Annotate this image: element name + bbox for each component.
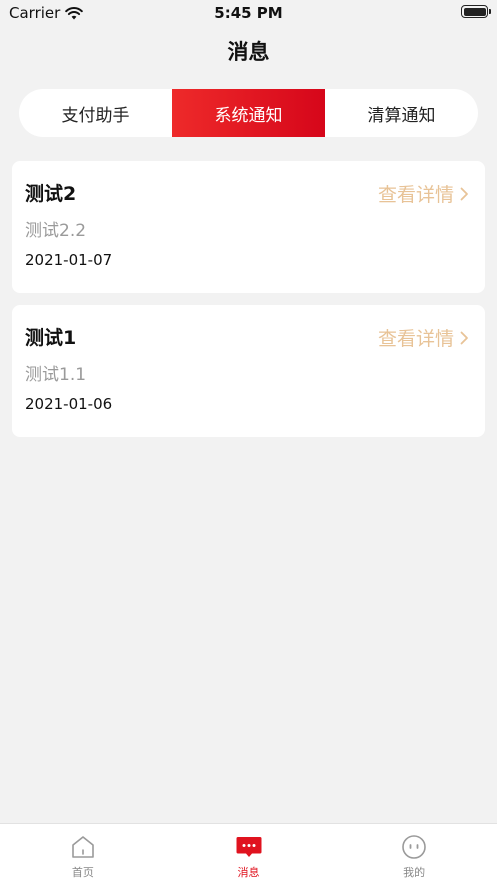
message-date: 2021-01-07 [25, 251, 113, 269]
tabbar-label: 消息 [237, 866, 260, 879]
tabbar-label: 我的 [403, 866, 426, 879]
message-date: 2021-01-06 [25, 395, 113, 413]
message-icon [236, 837, 261, 857]
tabbar-item-home[interactable]: 首页 [0, 824, 166, 883]
view-details-link[interactable]: 查看详情 [378, 324, 469, 351]
app-screen: Carrier 5:45 PM 消息 支付助手 系统通知 清算通知 测试2 查看… [0, 0, 497, 883]
status-time: 5:45 PM [214, 4, 283, 22]
tabbar-item-messages[interactable]: 消息 [166, 824, 332, 883]
home-icon [72, 836, 94, 858]
tab-system-notice[interactable]: 系统通知 [172, 89, 325, 137]
bottom-tab-bar: 首页 消息 我的 [0, 823, 497, 883]
view-details-label: 查看详情 [377, 328, 454, 350]
profile-icon [402, 835, 426, 859]
battery-icon [461, 5, 491, 18]
message-subtitle: 测试2.2 [25, 221, 87, 241]
tabbar-label: 首页 [71, 866, 94, 879]
message-subtitle: 测试1.1 [25, 365, 87, 385]
view-details-label: 查看详情 [377, 184, 454, 206]
tab-payment-assistant[interactable]: 支付助手 [19, 89, 172, 137]
chevron-right-icon [460, 331, 468, 344]
category-tabs: 支付助手 系统通知 清算通知 [19, 89, 478, 137]
view-details-link[interactable]: 查看详情 [378, 180, 469, 207]
message-title: 测试2 [25, 183, 77, 205]
battery-level [463, 7, 486, 16]
message-card[interactable]: 测试2 查看详情 测试2.2 2021-01-07 [12, 161, 485, 293]
chevron-right-icon [460, 187, 468, 200]
message-card[interactable]: 测试1 查看详情 测试1.1 2021-01-06 [12, 305, 485, 437]
status-bar: Carrier 5:45 PM [0, 0, 497, 26]
message-title: 测试1 [25, 327, 77, 349]
page-title: 消息 [227, 40, 270, 64]
tab-settlement-notice[interactable]: 清算通知 [325, 89, 478, 137]
tabbar-item-profile[interactable]: 我的 [331, 824, 497, 883]
